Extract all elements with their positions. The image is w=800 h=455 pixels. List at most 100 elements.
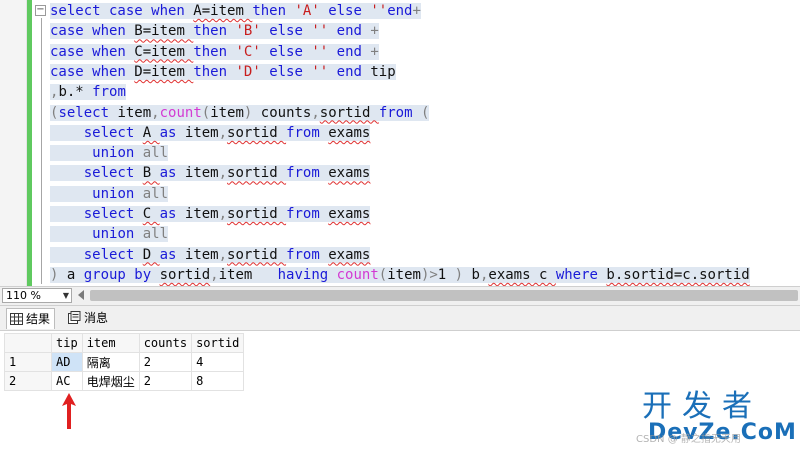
code-token: all: [142, 145, 169, 162]
outline-fold-line: [41, 18, 42, 284]
code-token: B: [142, 165, 160, 182]
grid-header-row: tip item counts sortid: [4, 333, 245, 353]
horizontal-scrollbar-thumb[interactable]: [90, 290, 798, 301]
code-token: end: [336, 23, 371, 40]
code-token: 'D': [235, 63, 270, 80]
code-token: b.sortid=c.sortid: [606, 266, 750, 283]
code-token: union: [92, 226, 143, 243]
code-token: all: [142, 185, 169, 202]
code-token: sortid: [159, 266, 211, 283]
column-header[interactable]: item: [81, 333, 140, 353]
code-token: item: [184, 206, 219, 222]
tab-results[interactable]: 结果: [6, 308, 56, 329]
table-row[interactable]: 1 AD 隔离 2 4: [4, 352, 245, 372]
code-token: end: [387, 3, 413, 19]
sql-editor[interactable]: − select case when A=item then 'A' else …: [0, 0, 800, 286]
scroll-left-icon[interactable]: [78, 290, 84, 300]
code-token: exams: [328, 206, 371, 222]
cell-sortid[interactable]: 4: [191, 352, 245, 372]
code-token: (: [378, 266, 388, 283]
row-number-header[interactable]: [4, 333, 52, 353]
cell-item[interactable]: 隔离: [81, 352, 140, 372]
code-token: case when: [50, 43, 135, 60]
code-token: item: [218, 266, 278, 283]
code-line[interactable]: union all: [50, 143, 169, 163]
code-token: else: [269, 43, 312, 60]
code-token: from: [286, 124, 329, 141]
code-token: end: [336, 63, 371, 80]
code-token: (: [420, 104, 430, 121]
code-token: select: [83, 165, 143, 182]
code-token: ): [50, 266, 67, 283]
code-token: 'B': [235, 23, 270, 40]
code-line[interactable]: (select item,count(item) counts,sortid f…: [50, 103, 430, 123]
column-header[interactable]: tip: [51, 333, 83, 353]
code-line[interactable]: union all: [50, 184, 169, 204]
code-token: item: [184, 124, 219, 141]
row-number[interactable]: 1: [4, 352, 52, 372]
code-line[interactable]: ) a group by sortid,item having count(it…: [50, 265, 750, 285]
tab-messages[interactable]: 消息: [64, 308, 112, 328]
code-line[interactable]: select B as item,sortid from exams: [50, 163, 371, 183]
code-token: tip: [370, 63, 396, 80]
tab-results-label: 结果: [26, 312, 51, 326]
code-line[interactable]: select D as item,sortid from exams: [50, 245, 371, 265]
code-token: 1: [437, 266, 455, 283]
code-token: select: [83, 246, 143, 263]
cell-sortid[interactable]: 8: [191, 371, 245, 391]
code-token: count: [336, 266, 379, 283]
code-line[interactable]: union all: [50, 224, 169, 244]
code-token: ): [243, 104, 261, 121]
cell-tip[interactable]: AD: [51, 352, 83, 372]
code-token: select: [58, 104, 118, 121]
code-line[interactable]: ,b.* from: [50, 82, 126, 102]
zoom-value: 110 %: [6, 289, 41, 302]
code-token: sortid: [227, 246, 287, 263]
code-token: then: [193, 23, 236, 40]
code-line[interactable]: select case when A=item then 'A' else ''…: [50, 1, 421, 21]
cell-counts[interactable]: 2: [138, 371, 193, 391]
code-token: item: [184, 246, 219, 263]
code-token: ,: [218, 165, 228, 182]
code-token: ,: [218, 246, 228, 263]
code-token: sortid: [227, 165, 287, 182]
grid-icon: [10, 313, 23, 325]
code-token: then: [193, 43, 236, 60]
cell-item[interactable]: 电焊烟尘: [81, 371, 140, 391]
table-row[interactable]: 2 AC 电焊烟尘 2 8: [4, 371, 245, 391]
code-line[interactable]: case when C=item then 'C' else '' end +: [50, 42, 379, 62]
code-token: as: [159, 124, 185, 141]
code-line[interactable]: select C as item,sortid from exams: [50, 204, 371, 224]
column-header[interactable]: counts: [138, 333, 193, 353]
code-line[interactable]: select A as item,sortid from exams: [50, 123, 371, 143]
code-token: select: [83, 206, 143, 222]
code-token: exams: [328, 165, 371, 182]
code-token: case when: [50, 63, 135, 80]
collapse-region-icon[interactable]: −: [35, 5, 46, 16]
row-number[interactable]: 2: [4, 371, 52, 391]
code-line[interactable]: case when B=item then 'B' else '' end +: [50, 21, 379, 41]
code-token: exams: [328, 124, 371, 141]
code-token: then: [252, 3, 295, 19]
column-header[interactable]: sortid: [191, 333, 245, 353]
code-token: select case when: [50, 3, 194, 19]
code-token: else: [269, 23, 312, 40]
code-token: else: [328, 3, 371, 19]
code-token: ,: [218, 124, 228, 141]
code-token: as: [159, 165, 185, 182]
cell-tip[interactable]: AC: [51, 371, 83, 391]
cell-counts[interactable]: 2: [138, 352, 193, 372]
code-token: select: [83, 124, 143, 141]
code-token: ,: [210, 266, 219, 283]
zoom-select[interactable]: 110 % ▼: [2, 288, 72, 303]
code-token: from: [92, 84, 126, 101]
code-token: a: [66, 266, 84, 283]
code-token: end: [336, 43, 371, 60]
code-token: having: [277, 266, 337, 283]
code-line[interactable]: case when D=item then 'D' else '' end ti…: [50, 62, 396, 82]
watermark-credit: CSDN @ 静之指无天用: [636, 434, 741, 445]
code-token: sortid: [227, 124, 287, 141]
